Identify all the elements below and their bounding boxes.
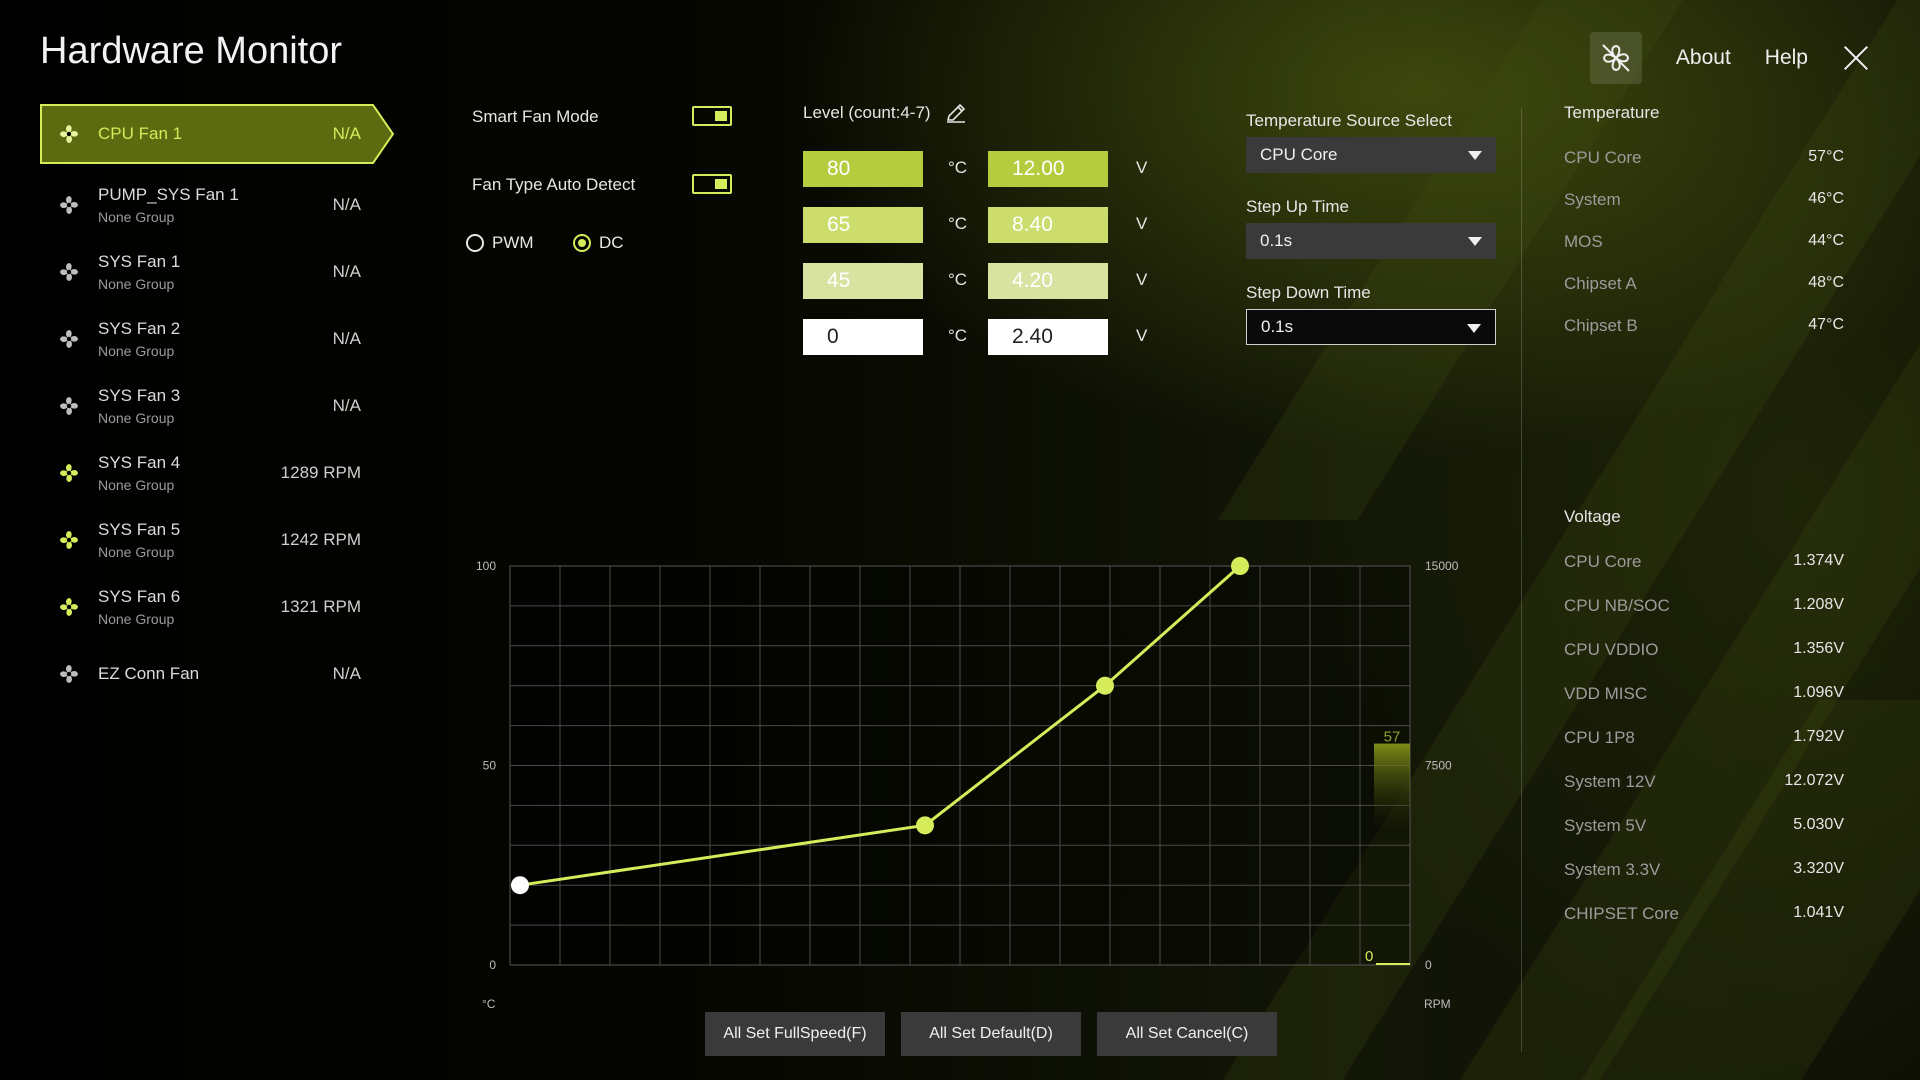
curve-point[interactable]: [916, 816, 934, 835]
y-right-tick-label: 7500: [1425, 759, 1452, 773]
y-left-tick-label: 100: [476, 559, 496, 573]
all-set-cancel-button[interactable]: All Set Cancel(C): [1097, 1012, 1277, 1056]
y-right-tick-label: 0: [1425, 958, 1432, 972]
curve-point[interactable]: [1231, 557, 1249, 575]
curve-point[interactable]: [1096, 676, 1114, 695]
fan-curve-chart[interactable]: 100 50 0 15000 7500 0 °C RPM 57 0: [0, 0, 1920, 1080]
y-left-tick-label: 0: [489, 958, 496, 972]
current-temp-label: 57: [1384, 729, 1401, 746]
y-left-tick-label: 50: [483, 759, 497, 773]
current-rpm-label: 0: [1365, 948, 1373, 965]
rpm-unit-label: RPM: [1424, 997, 1451, 1011]
current-temp-bar: [1374, 743, 1410, 834]
all-set-fullspeed-button[interactable]: All Set FullSpeed(F): [705, 1012, 885, 1056]
all-set-default-button[interactable]: All Set Default(D): [901, 1012, 1081, 1056]
x-unit-label: °C: [482, 997, 496, 1011]
y-right-tick-label: 15000: [1425, 559, 1459, 573]
curve-point[interactable]: [511, 876, 529, 895]
